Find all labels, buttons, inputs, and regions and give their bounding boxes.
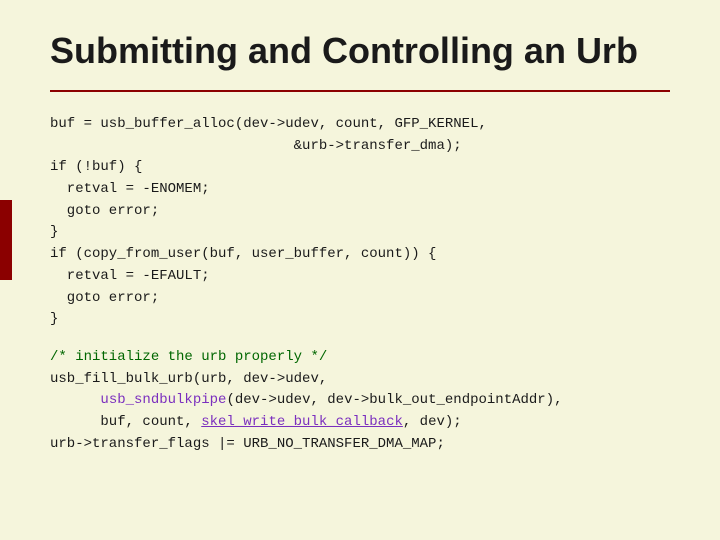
code-line: if (!buf) { xyxy=(50,157,670,179)
code-line: urb->transfer_flags |= URB_NO_TRANSFER_D… xyxy=(50,434,670,456)
code-line: } xyxy=(50,309,670,331)
code-line: retval = -EFAULT; xyxy=(50,266,670,288)
code-purple-text: usb_sndbulkpipe xyxy=(100,392,226,408)
code-gap xyxy=(50,331,670,347)
code-line: buf, count, skel_write_bulk_callback, de… xyxy=(50,412,670,434)
code-line: goto error; xyxy=(50,288,670,310)
slide-title: Submitting and Controlling an Urb xyxy=(50,30,670,72)
code-line: usb_sndbulkpipe(dev->udev, dev->bulk_out… xyxy=(50,390,670,412)
code-line: buf = usb_buffer_alloc(dev->udev, count,… xyxy=(50,114,670,136)
code-line: } xyxy=(50,222,670,244)
code-line: goto error; xyxy=(50,201,670,223)
code-block-2: /* initialize the urb properly */ usb_fi… xyxy=(50,347,670,455)
code-line: if (copy_from_user(buf, user_buffer, cou… xyxy=(50,244,670,266)
code-comment-line: /* initialize the urb properly */ xyxy=(50,347,670,369)
title-underline xyxy=(50,90,670,92)
code-block-1: buf = usb_buffer_alloc(dev->udev, count,… xyxy=(50,114,670,331)
code-line: retval = -ENOMEM; xyxy=(50,179,670,201)
slide: Submitting and Controlling an Urb buf = … xyxy=(0,0,720,540)
code-underline-text: skel_write_bulk_callback xyxy=(201,414,403,430)
code-line: &urb->transfer_dma); xyxy=(50,136,670,158)
code-line: usb_fill_bulk_urb(urb, dev->udev, xyxy=(50,369,670,391)
left-accent-bar xyxy=(0,200,12,280)
